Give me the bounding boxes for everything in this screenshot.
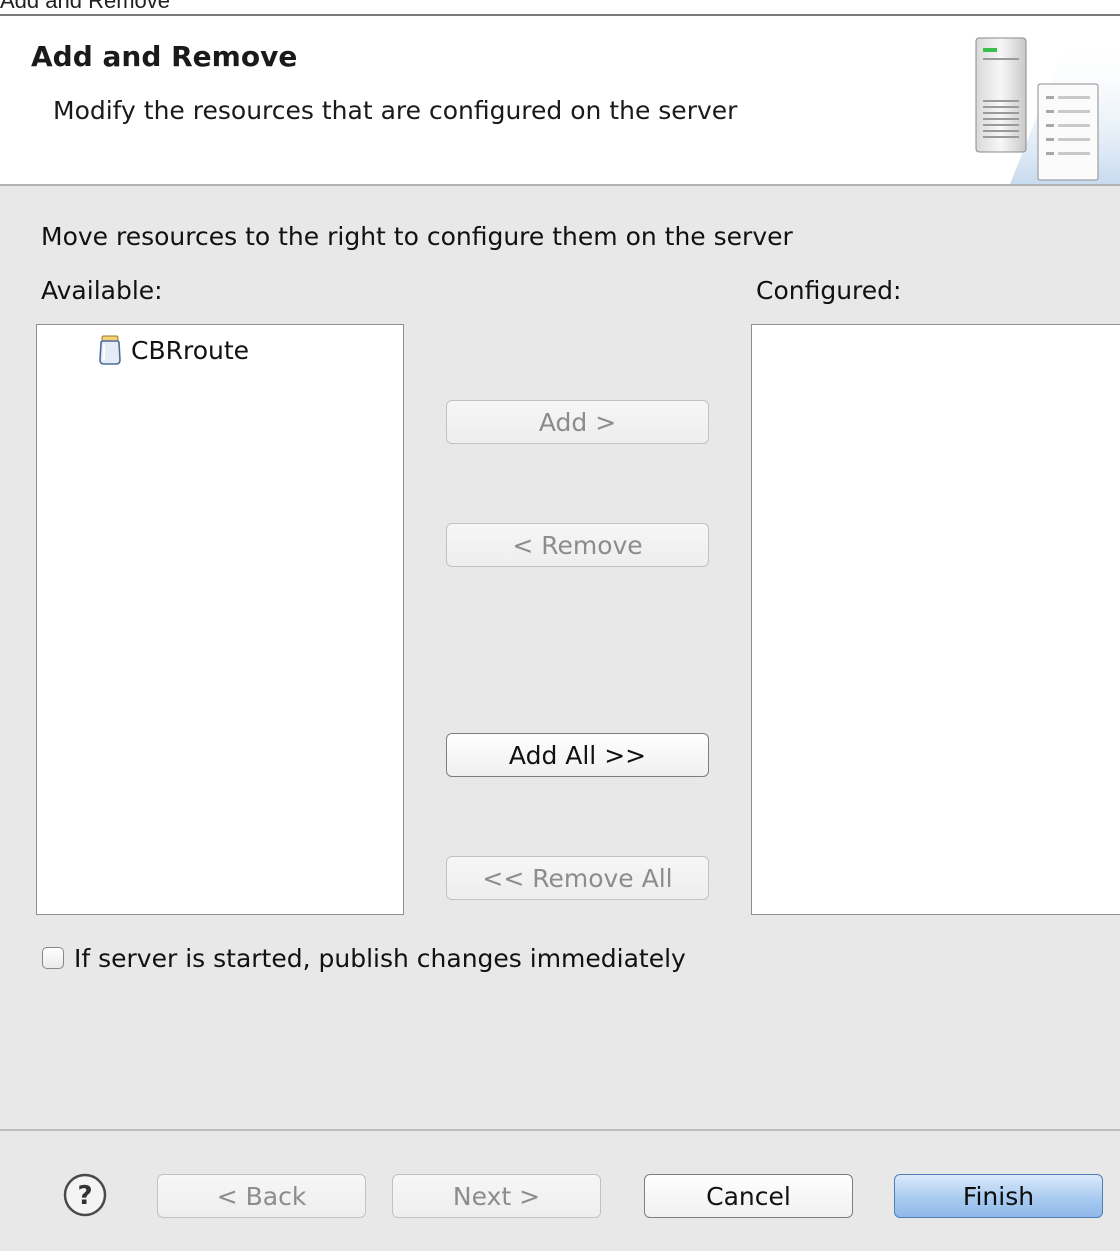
help-icon[interactable]: ?	[63, 1173, 107, 1217]
configured-list[interactable]	[751, 324, 1120, 915]
list-item[interactable]: CBRroute	[97, 333, 249, 367]
page-description: Modify the resources that are configured…	[53, 96, 738, 125]
publish-checkbox[interactable]	[42, 947, 64, 969]
cancel-button[interactable]: Cancel	[644, 1174, 853, 1218]
svg-text:?: ?	[77, 1181, 92, 1211]
instruction-text: Move resources to the right to configure…	[41, 222, 793, 251]
next-button[interactable]: Next >	[392, 1174, 601, 1218]
list-item-label: CBRroute	[131, 335, 250, 365]
available-label: Available:	[41, 276, 163, 305]
add-all-button[interactable]: Add All >>	[446, 733, 709, 777]
page-title: Add and Remove	[31, 40, 298, 73]
wizard-header: Add and Remove Modify the resources that…	[0, 16, 1120, 186]
publish-checkbox-label: If server is started, publish changes im…	[74, 943, 686, 973]
back-button[interactable]: < Back	[157, 1174, 366, 1218]
available-list[interactable]: CBRroute	[36, 324, 404, 915]
remove-all-button[interactable]: << Remove All	[446, 856, 709, 900]
server-wizard-icon	[975, 34, 1120, 184]
window-title: Add and Remove	[0, 0, 170, 13]
finish-button[interactable]: Finish	[894, 1174, 1103, 1218]
window-title-bar: Add and Remove	[0, 0, 1120, 16]
remove-button[interactable]: < Remove	[446, 523, 709, 567]
add-button[interactable]: Add >	[446, 400, 709, 444]
jar-icon	[99, 335, 121, 365]
configured-label: Configured:	[756, 276, 902, 305]
footer-divider	[0, 1129, 1120, 1131]
publish-option[interactable]: If server is started, publish changes im…	[42, 940, 686, 976]
